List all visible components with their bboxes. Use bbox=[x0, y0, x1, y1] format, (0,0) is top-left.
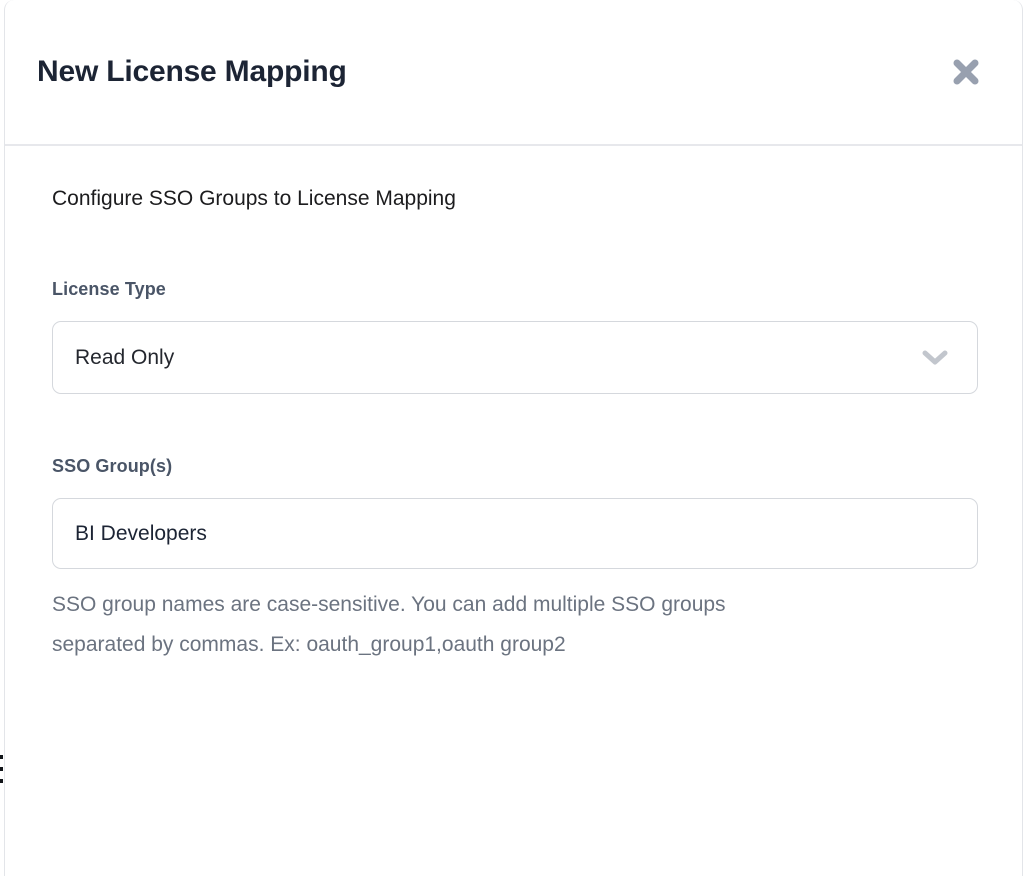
modal-body: Configure SSO Groups to License Mapping … bbox=[5, 146, 1022, 665]
modal-subtitle: Configure SSO Groups to License Mapping bbox=[52, 187, 978, 211]
close-button[interactable] bbox=[949, 55, 983, 89]
sso-groups-label: SSO Group(s) bbox=[52, 456, 978, 477]
helper-text-line: SSO group names are case-sensitive. You … bbox=[52, 585, 978, 625]
modal-title: New License Mapping bbox=[37, 55, 347, 89]
helper-text-line: separated by commas. Ex: oauth_group1,oa… bbox=[52, 625, 978, 665]
x-icon bbox=[951, 57, 981, 87]
license-type-label: License Type bbox=[52, 279, 978, 300]
license-type-select[interactable]: Read Only bbox=[52, 321, 978, 394]
modal-header: New License Mapping bbox=[5, 0, 1022, 146]
sso-groups-input[interactable] bbox=[52, 498, 978, 569]
menu-dash-icon bbox=[0, 755, 3, 759]
chevron-down-icon bbox=[921, 350, 949, 366]
new-license-mapping-modal: New License Mapping Configure SSO Groups… bbox=[4, 0, 1023, 876]
license-type-selected-value: Read Only bbox=[75, 346, 174, 370]
sso-groups-helper-text: SSO group names are case-sensitive. You … bbox=[52, 585, 978, 665]
menu-dash-icon bbox=[0, 779, 3, 783]
menu-dash-icon bbox=[0, 767, 3, 771]
